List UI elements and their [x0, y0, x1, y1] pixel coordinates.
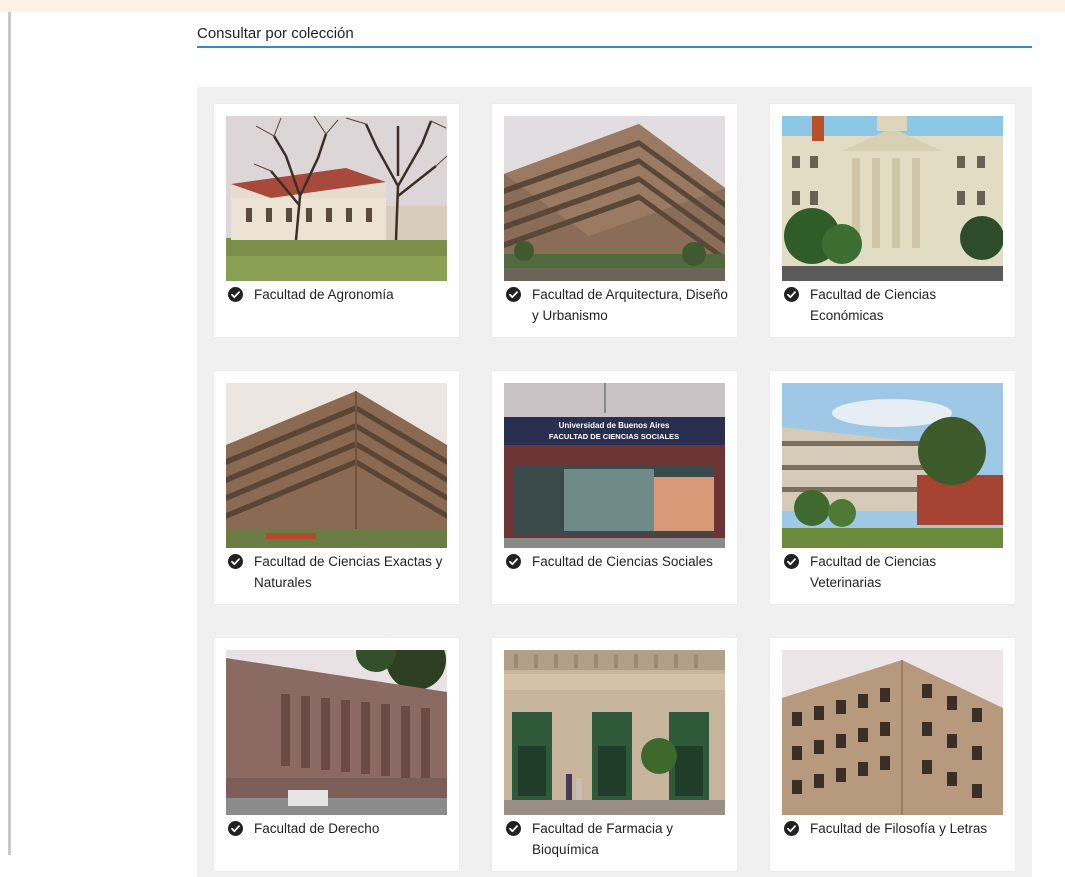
collection-photo: Universidad de Buenos Aires FACULTAD DE … — [504, 383, 725, 548]
collection-card-economicas[interactable]: Facultad de Ciencias Económicas — [770, 104, 1015, 337]
check-circle-icon — [784, 821, 799, 836]
collection-card-farmacia[interactable]: Facultad de Farmacia y Bioquímica — [492, 638, 737, 871]
check-circle-icon — [506, 554, 521, 569]
collection-name[interactable]: Facultad de Ciencias Veterinarias — [784, 551, 1009, 593]
collection-photo — [782, 116, 1003, 281]
collection-name[interactable]: Facultad de Derecho — [228, 818, 453, 839]
collection-name[interactable]: Facultad de Ciencias Sociales — [506, 551, 731, 572]
check-circle-icon — [784, 554, 799, 569]
top-banner-strip — [0, 0, 1065, 12]
collection-caption: Facultad de Agronomía — [228, 284, 453, 305]
collection-name[interactable]: Facultad de Ciencias Económicas — [784, 284, 1009, 326]
check-circle-icon — [228, 821, 243, 836]
collection-photo — [226, 650, 447, 815]
check-circle-icon — [228, 554, 243, 569]
collection-card-veterinarias[interactable]: Facultad de Ciencias Veterinarias — [770, 371, 1015, 604]
collection-caption: Facultad de Ciencias Sociales — [506, 551, 731, 572]
collection-caption: Facultad de Farmacia y Bioquímica — [506, 818, 731, 860]
collection-name[interactable]: Facultad de Farmacia y Bioquímica — [506, 818, 731, 860]
collection-caption: Facultad de Ciencias Exactas y Naturales — [228, 551, 453, 593]
photo-sign-line-2: FACULTAD DE CIENCIAS SOCIALES — [549, 432, 679, 441]
collection-photo — [226, 116, 447, 281]
collection-photo — [226, 383, 447, 548]
collection-name[interactable]: Facultad de Agronomía — [228, 284, 453, 305]
collection-photo — [504, 116, 725, 281]
collection-name[interactable]: Facultad de Arquitectura, Diseño y Urban… — [506, 284, 731, 326]
left-border-rule — [8, 12, 11, 855]
collection-name[interactable]: Facultad de Filosofía y Letras — [784, 818, 1009, 839]
collection-card-derecho[interactable]: Facultad de Derecho — [214, 638, 459, 871]
collection-photo — [782, 650, 1003, 815]
collection-name[interactable]: Facultad de Ciencias Exactas y Naturales — [228, 551, 453, 593]
check-circle-icon — [784, 287, 799, 302]
collection-caption: Facultad de Ciencias Veterinarias — [784, 551, 1009, 593]
collection-caption: Facultad de Derecho — [228, 818, 453, 839]
collection-caption: Facultad de Filosofía y Letras — [784, 818, 1009, 839]
collection-caption: Facultad de Arquitectura, Diseño y Urban… — [506, 284, 731, 326]
photo-sign-line-1: Universidad de Buenos Aires — [559, 421, 670, 430]
collection-card-agronomia[interactable]: Facultad de Agronomía — [214, 104, 459, 337]
check-circle-icon — [506, 287, 521, 302]
collection-photo — [504, 650, 725, 815]
section-title: Consultar por colección — [197, 24, 1032, 48]
collection-card-exactas[interactable]: Facultad de Ciencias Exactas y Naturales — [214, 371, 459, 604]
check-circle-icon — [506, 821, 521, 836]
collection-photo — [782, 383, 1003, 548]
check-circle-icon — [228, 287, 243, 302]
collection-card-sociales[interactable]: Universidad de Buenos Aires FACULTAD DE … — [492, 371, 737, 604]
collection-caption: Facultad de Ciencias Económicas — [784, 284, 1009, 326]
collection-card-arquitectura[interactable]: Facultad de Arquitectura, Diseño y Urban… — [492, 104, 737, 337]
collections-grid: Facultad de Agronomía Facultad de Arquit… — [197, 87, 1032, 877]
collection-card-filosofia[interactable]: Facultad de Filosofía y Letras — [770, 638, 1015, 871]
